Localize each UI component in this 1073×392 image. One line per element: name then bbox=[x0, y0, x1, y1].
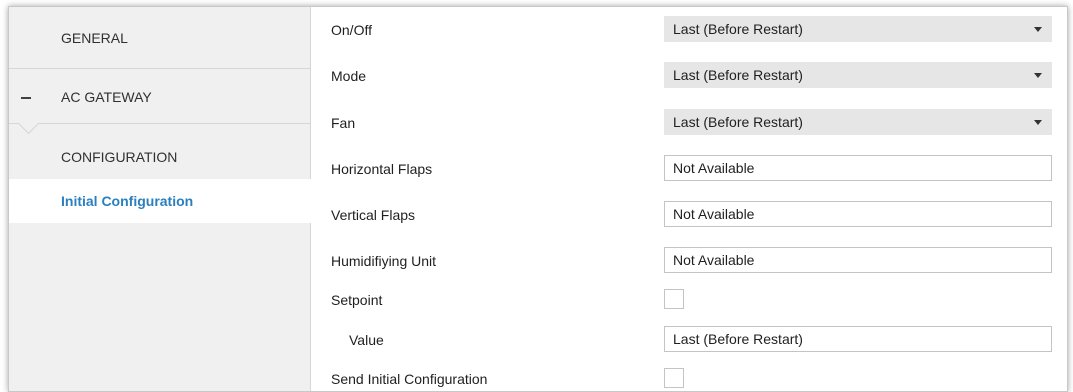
mode-value: Last (Before Restart) bbox=[673, 67, 803, 83]
mode-dropdown[interactable]: Last (Before Restart) bbox=[664, 62, 1052, 88]
setting-row-vertical-flaps: Vertical Flaps Not Available bbox=[311, 192, 1067, 238]
horizontal-flaps-value: Not Available bbox=[673, 160, 755, 176]
settings-panel: On/Off Last (Before Restart) Mode Last (… bbox=[311, 7, 1067, 391]
send-initial-configuration-checkbox[interactable] bbox=[664, 368, 684, 388]
setting-row-mode: Mode Last (Before Restart) bbox=[311, 53, 1067, 99]
sidebar-item-initial-configuration[interactable]: Initial Configuration bbox=[9, 179, 312, 223]
on-off-dropdown[interactable]: Last (Before Restart) bbox=[664, 16, 1052, 42]
mode-label: Mode bbox=[331, 68, 367, 84]
sidebar-item-label: GENERAL bbox=[61, 29, 128, 46]
sidebar-item-configuration[interactable]: CONFIGURATION bbox=[9, 135, 311, 179]
sidebar: GENERAL AC GATEWAY CONFIGURATION Initial… bbox=[9, 7, 312, 391]
setting-row-horizontal-flaps: Horizontal Flaps Not Available bbox=[311, 146, 1067, 192]
setpoint-checkbox[interactable] bbox=[664, 289, 684, 309]
vertical-flaps-field[interactable]: Not Available bbox=[664, 201, 1052, 227]
send-initial-configuration-label: Send Initial Configuration bbox=[331, 371, 488, 387]
humidifying-unit-field[interactable]: Not Available bbox=[664, 247, 1052, 273]
fan-value: Last (Before Restart) bbox=[673, 114, 803, 130]
fan-dropdown[interactable]: Last (Before Restart) bbox=[664, 109, 1052, 135]
setting-row-send-initial-configuration: Send Initial Configuration bbox=[311, 356, 1067, 391]
vertical-flaps-value: Not Available bbox=[673, 206, 755, 222]
setpoint-label: Setpoint bbox=[331, 292, 383, 308]
vertical-flaps-label: Vertical Flaps bbox=[331, 207, 416, 223]
on-off-value: Last (Before Restart) bbox=[673, 21, 803, 37]
sidebar-item-general[interactable]: GENERAL bbox=[9, 7, 311, 69]
humidifying-unit-label: Humidifiying Unit bbox=[331, 253, 437, 269]
sidebar-item-label: CONFIGURATION bbox=[61, 149, 178, 165]
setting-row-fan: Fan Last (Before Restart) bbox=[311, 100, 1067, 146]
setpoint-value-field[interactable]: Last (Before Restart) bbox=[664, 326, 1052, 352]
fan-label: Fan bbox=[331, 115, 356, 131]
setpoint-value-text: Last (Before Restart) bbox=[673, 331, 803, 347]
setting-row-on-off: On/Off Last (Before Restart) bbox=[311, 7, 1067, 53]
on-off-label: On/Off bbox=[331, 22, 372, 38]
horizontal-flaps-label: Horizontal Flaps bbox=[331, 161, 433, 177]
setpoint-value-label: Value bbox=[349, 332, 384, 348]
sidebar-item-label: Initial Configuration bbox=[61, 193, 194, 209]
chevron-down-icon bbox=[1034, 73, 1042, 78]
chevron-down-icon bbox=[1034, 27, 1042, 32]
app-window: GENERAL AC GATEWAY CONFIGURATION Initial… bbox=[8, 6, 1068, 392]
horizontal-flaps-field[interactable]: Not Available bbox=[664, 155, 1052, 181]
chevron-down-icon bbox=[1034, 120, 1042, 125]
sidebar-item-ac-gateway[interactable]: AC GATEWAY bbox=[9, 70, 311, 124]
sidebar-item-label: AC GATEWAY bbox=[61, 88, 152, 105]
minus-icon[interactable] bbox=[21, 96, 31, 99]
humidifying-unit-value: Not Available bbox=[673, 252, 755, 268]
